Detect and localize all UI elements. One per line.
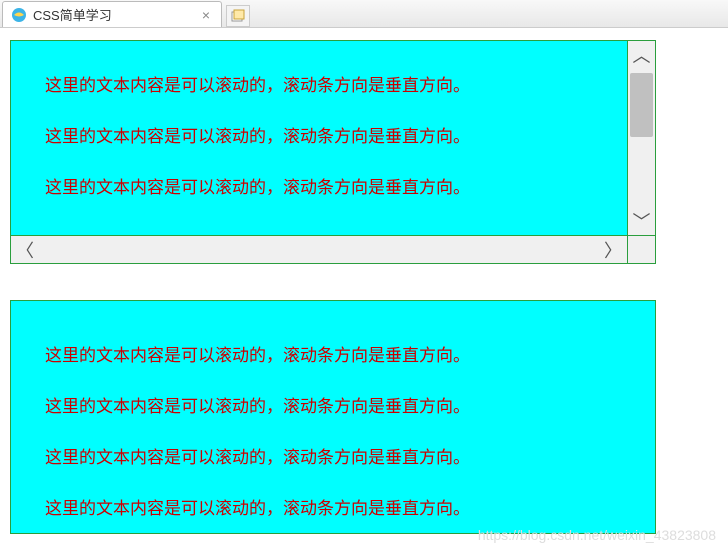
ie-favicon-icon: [11, 7, 27, 23]
content-line: 这里的文本内容是可以滚动的，滚动条方向是垂直方向。: [45, 443, 655, 468]
content-line: 这里的文本内容是可以滚动的，滚动条方向是垂直方向。: [45, 392, 655, 417]
browser-tab[interactable]: CSS简单学习 ×: [2, 1, 222, 27]
new-tab-button[interactable]: [226, 5, 250, 27]
scroll-viewport: 这里的文本内容是可以滚动的，滚动条方向是垂直方向。 这里的文本内容是可以滚动的，…: [11, 301, 655, 519]
content-line: 这里的文本内容是可以滚动的，滚动条方向是垂直方向。: [45, 494, 655, 519]
content-line: 这里的文本内容是可以滚动的，滚动条方向是垂直方向。: [45, 341, 655, 366]
scroll-up-button[interactable]: ︿: [628, 41, 655, 69]
scroll-left-button[interactable]: 〈: [11, 236, 39, 263]
page-content: 这里的文本内容是可以滚动的，滚动条方向是垂直方向。 这里的文本内容是可以滚动的，…: [0, 28, 728, 534]
tab-title: CSS简单学习: [33, 5, 199, 24]
close-tab-button[interactable]: ×: [199, 8, 213, 22]
scroll-viewport: 这里的文本内容是可以滚动的，滚动条方向是垂直方向。 这里的文本内容是可以滚动的，…: [11, 41, 627, 235]
browser-tab-bar: CSS简单学习 ×: [0, 0, 728, 28]
scroll-box-hidden: 这里的文本内容是可以滚动的，滚动条方向是垂直方向。 这里的文本内容是可以滚动的，…: [10, 300, 656, 534]
content-line: 这里的文本内容是可以滚动的，滚动条方向是垂直方向。: [45, 173, 627, 198]
content-line: 这里的文本内容是可以滚动的，滚动条方向是垂直方向。: [45, 71, 627, 96]
content-line: 这里的文本内容是可以滚动的，滚动条方向是垂直方向。: [45, 122, 627, 147]
scroll-corner: [627, 235, 655, 263]
scroll-track-vertical[interactable]: [628, 69, 655, 207]
scroll-thumb-vertical[interactable]: [630, 73, 653, 137]
horizontal-scrollbar[interactable]: 〈 〉: [11, 235, 627, 263]
vertical-scrollbar[interactable]: ︿ ﹀: [627, 41, 655, 235]
scroll-box-both: 这里的文本内容是可以滚动的，滚动条方向是垂直方向。 这里的文本内容是可以滚动的，…: [10, 40, 656, 264]
scroll-track-horizontal[interactable]: [39, 236, 599, 263]
scroll-right-button[interactable]: 〉: [599, 236, 627, 263]
scroll-down-button[interactable]: ﹀: [628, 207, 655, 235]
